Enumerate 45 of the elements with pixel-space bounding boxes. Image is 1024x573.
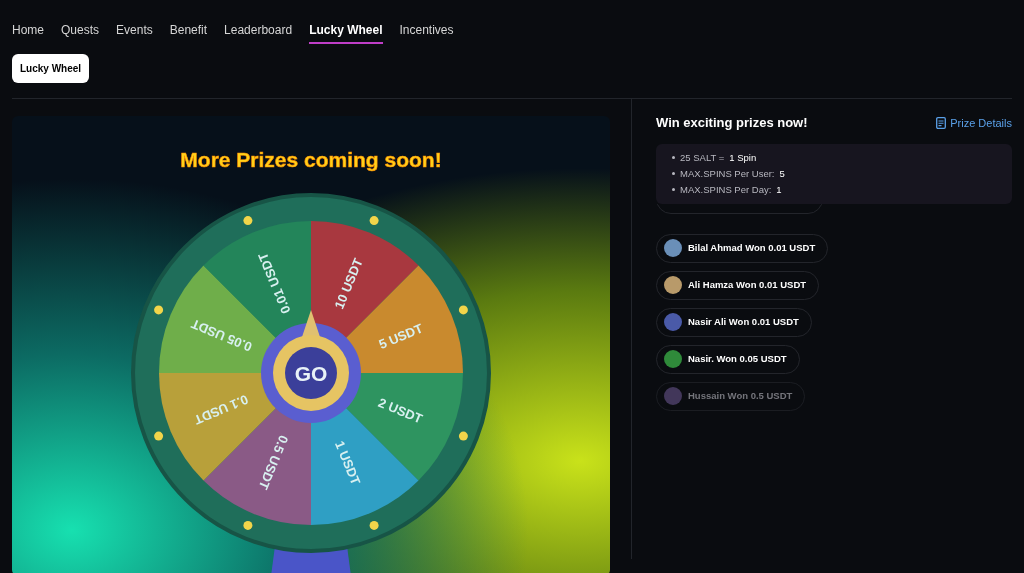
nav-tab[interactable]: Lucky Wheel [309, 21, 383, 44]
segment-label: 5 USDT [376, 320, 426, 353]
rim-light [369, 520, 379, 530]
rim-light [243, 520, 253, 530]
sub-tab[interactable]: Lucky Wheel [12, 54, 90, 83]
rim-light [458, 305, 468, 315]
winner-text: Hussain Won 0.5 USDT [688, 388, 793, 403]
segment-label: 0.1 USDT [191, 391, 251, 428]
nav-tab[interactable]: Benefit [169, 21, 208, 44]
rim-light [154, 431, 164, 441]
rim-light [458, 431, 468, 441]
rule-text: 25 SALT = 1 Spin [668, 149, 1000, 166]
bullet-icon [672, 188, 675, 191]
section-title: Win exciting prizes now! [656, 114, 808, 132]
winner-text: Nasir. Won 0.05 USDT [688, 351, 787, 366]
nav-tab[interactable]: Incentives [399, 21, 454, 44]
avatar-icon [664, 239, 682, 257]
rim-light [243, 216, 253, 226]
rule-text: MAX.SPINS Per User: 5 [668, 165, 1000, 182]
segment-label: 10 USDT [331, 256, 366, 312]
go-button[interactable]: GO [273, 335, 349, 411]
segment-label: 0.05 USDT [189, 316, 255, 355]
wheel-title: More Prizes coming soon! [180, 148, 442, 171]
rim-light [154, 305, 164, 315]
segment-label: 0.01 USDT [255, 250, 294, 316]
nav-tab[interactable]: Quests [61, 21, 100, 44]
nav-tab[interactable]: Home [12, 21, 44, 44]
nav-tab[interactable]: Events [116, 21, 153, 44]
prize-details-link[interactable]: Prize Details [936, 114, 1012, 131]
avatar-icon [664, 276, 682, 294]
avatar-icon [664, 313, 682, 331]
winner-text: Ali Hamza Won 0.01 USDT [688, 277, 807, 292]
document-icon [936, 116, 947, 129]
segment-label: 2 USDT [376, 394, 425, 427]
winner-text: Bilal Ahmad Won 0.01 USDT [688, 240, 816, 255]
rim-light [369, 216, 379, 226]
bullet-icon [672, 172, 675, 175]
avatar-icon [664, 387, 682, 405]
bullet-icon [672, 156, 675, 159]
rule-text: MAX.SPINS Per Day: 1 [668, 181, 1000, 198]
nav-tab[interactable]: Leaderboard [224, 21, 293, 44]
winner-text: Nasir Ali Won 0.01 USDT [688, 314, 799, 329]
segment-label: 0.5 USDT [255, 433, 292, 492]
avatar-icon [664, 350, 682, 368]
segment-label: 1 USDT [331, 438, 364, 488]
